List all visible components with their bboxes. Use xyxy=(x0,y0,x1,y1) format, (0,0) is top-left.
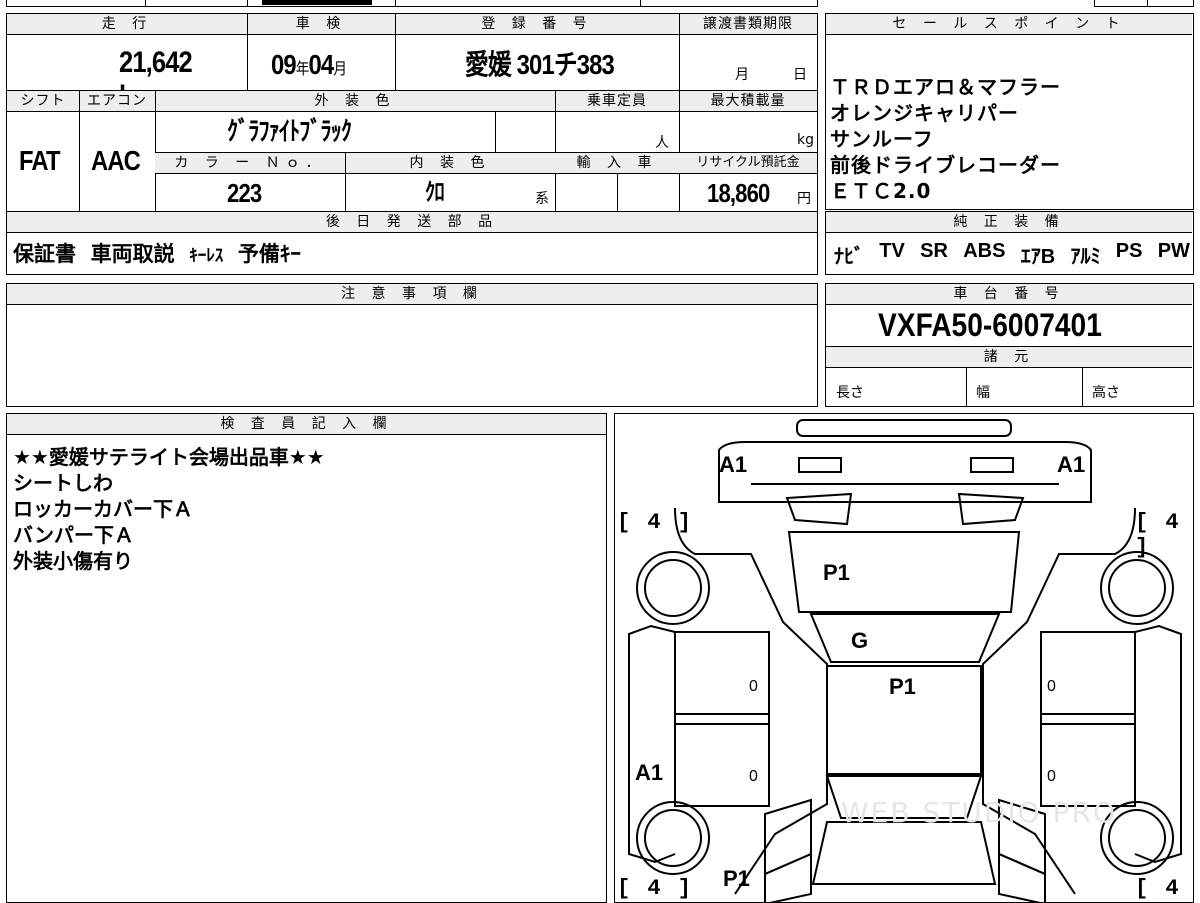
inspector-note: バンパー下Ａ xyxy=(13,523,134,547)
inspection-header: 車 検 xyxy=(247,14,395,35)
inspector-header: 検 査 員 記 入 欄 xyxy=(7,414,606,435)
door-dent-count: 0 xyxy=(1047,678,1056,695)
shift-header: シフト xyxy=(7,91,79,112)
transfer-deadline-header: 譲渡書類期限 xyxy=(679,14,817,35)
equipment-item: ABS xyxy=(963,240,1006,262)
inspector-note: ロッカーカバー下Ａ xyxy=(13,497,193,521)
aircon-header: エアコン xyxy=(79,91,155,112)
equipment-item: SR xyxy=(920,240,948,262)
equipment-item: ｴｱB xyxy=(1020,246,1056,268)
sales-point-item: 前後ドライブレコーダー xyxy=(830,153,1061,177)
later-part-item: 保証書 xyxy=(13,242,76,266)
spec-length-label: 長さ xyxy=(836,385,864,401)
inspector-note: ★★愛媛サテライト会場出品車★★ xyxy=(13,445,325,469)
car-condition-diagram: A1 A1 P1 G P1 A1 P1 0 0 0 0 [ 4 ] [ 4 ] … xyxy=(614,413,1194,903)
damage-label: A1 xyxy=(635,760,664,785)
chassis-panel: 車 台 番 号 VXFA50-6007401 諸 元 長さ 幅 高さ xyxy=(825,283,1194,407)
sales-point-item: ＥＴＣ2.0 xyxy=(830,179,932,203)
import-header: 輸 入 車 xyxy=(555,153,679,174)
sales-point-item: サンルーフ xyxy=(830,127,934,151)
interior-color-header: 内 装 色 xyxy=(345,153,555,174)
interior-color-value: ｸﾛ 系 xyxy=(425,179,549,207)
equipment-panel: 純 正 装 備 ﾅﾋﾞ TV SR ABS ｴｱB ｱﾙﾐ PS PW xyxy=(825,211,1194,275)
equipment-item: PW xyxy=(1157,240,1190,262)
inspector-note: 外装小傷有り xyxy=(13,549,133,573)
chassis-header: 車 台 番 号 xyxy=(826,284,1192,305)
registration-value: 愛媛 301チ383 xyxy=(465,49,615,80)
chassis-number: VXFA50-6007401 xyxy=(878,307,1102,343)
capacity-unit: 人 xyxy=(655,135,669,151)
exterior-color-value: ｸﾞﾗﾌｧｲﾄﾌﾞﾗｯｸ xyxy=(227,116,352,146)
equipment-item: ﾅﾋﾞ xyxy=(834,246,864,268)
equipment-item: PS xyxy=(1115,240,1143,262)
door-dent-count: 0 xyxy=(749,678,758,695)
damage-label: P1 xyxy=(723,866,750,891)
aircon-value: AAC xyxy=(91,145,141,176)
inspection-value: 09年04月 xyxy=(271,49,347,80)
max-load-unit: kg xyxy=(797,132,814,148)
recycle-header: リサイクル預託金 xyxy=(679,153,817,174)
door-dent-count: 0 xyxy=(1047,768,1056,785)
shift-value: FAT xyxy=(19,145,60,176)
sales-points-list: ＴＲＤエアロ＆マフラー オレンジキャリパー サンルーフ 前後ドライブレコーダー … xyxy=(830,74,1190,204)
tire-tread-rl: [ 4 ] xyxy=(617,876,694,901)
tire-tread-fl: [ 4 ] xyxy=(617,510,694,535)
notes-header: 注 意 事 項 欄 xyxy=(7,284,817,305)
recycle-value: 18,860 円 xyxy=(707,178,811,208)
damage-label: P1 xyxy=(889,674,916,699)
car-outline xyxy=(628,419,1182,902)
transfer-deadline-value: 月 日 xyxy=(735,67,807,83)
equipment-item: ｱﾙﾐ xyxy=(1070,246,1101,268)
door-dent-count: 0 xyxy=(749,768,758,785)
spec-height-label: 高さ xyxy=(1092,385,1120,401)
mileage-value: 21,642 km xyxy=(119,46,193,113)
sales-point-item: ＴＲＤエアロ＆マフラー xyxy=(830,75,1061,99)
later-parts-header: 後 日 発 送 部 品 xyxy=(7,212,817,233)
specs-header: 諸 元 xyxy=(826,347,1192,368)
later-part-item: 車両取説 xyxy=(90,242,175,266)
registration-header: 登 録 番 号 xyxy=(395,14,679,35)
exterior-color-header: 外 装 色 xyxy=(155,91,555,112)
top-strip xyxy=(0,0,1200,7)
damage-label: A1 xyxy=(1057,452,1086,477)
spec-width-label: 幅 xyxy=(976,385,990,401)
tire-tread-rr: [ 4 ] xyxy=(1135,876,1181,902)
later-part-item: ｷｰﾚｽ xyxy=(189,246,224,266)
inspector-panel: 検 査 員 記 入 欄 ★★愛媛サテライト会場出品車★★ シートしわ ロッカーカ… xyxy=(6,413,607,903)
color-no-header: カ ラ ー Ｎｏ． xyxy=(155,153,345,174)
damage-label: P1 xyxy=(823,560,850,585)
watermark: WEB STUDIO PRO xyxy=(841,796,1117,829)
equipment-list: ﾅﾋﾞ TV SR ABS ｴｱB ｱﾙﾐ PS PW xyxy=(834,240,1190,269)
color-no-value: 223 xyxy=(227,178,262,208)
sales-point-item: オレンジキャリパー xyxy=(830,101,1019,125)
capacity-header: 乗車定員 xyxy=(555,91,679,112)
vehicle-info-table: 走 行 車 検 登 録 番 号 譲渡書類期限 21,642 km 09年04月 … xyxy=(6,13,818,275)
notes-panel: 注 意 事 項 欄 xyxy=(6,283,818,407)
damage-label: A1 xyxy=(719,452,748,477)
sales-points-panel: セ ー ル ス ポ イ ン ト ＴＲＤエアロ＆マフラー オレンジキャリパー サン… xyxy=(825,13,1194,210)
inspector-notes-list: ★★愛媛サテライト会場出品車★★ シートしわ ロッカーカバー下Ａ バンパー下Ａ … xyxy=(13,444,603,574)
mileage-header: 走 行 xyxy=(7,14,247,35)
inspector-note: シートしわ xyxy=(13,471,113,495)
tire-tread-fr: [ 4 ] xyxy=(1135,510,1181,560)
sales-points-header: セ ー ル ス ポ イ ン ト xyxy=(826,14,1192,35)
equipment-header: 純 正 装 備 xyxy=(826,212,1192,233)
max-load-header: 最大積載量 xyxy=(679,91,817,112)
later-parts-list: 保証書 車両取説 ｷｰﾚｽ 予備ｷｰ xyxy=(13,238,813,270)
later-part-item: 予備ｷｰ xyxy=(237,242,301,266)
damage-label: G xyxy=(851,628,869,653)
equipment-item: TV xyxy=(879,240,905,262)
